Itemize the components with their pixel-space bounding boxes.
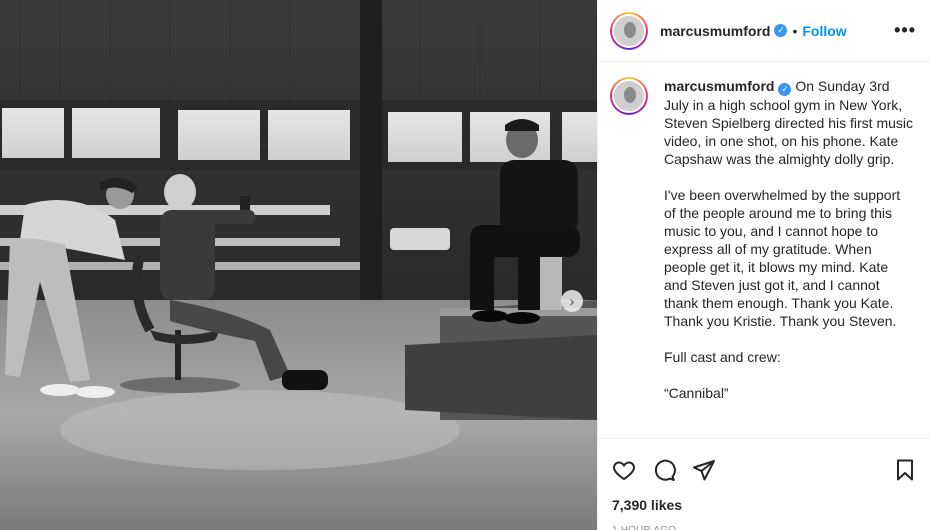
- post-sidebar: marcusmumford ✓ • Follow ••• marcusmumfo…: [597, 0, 930, 530]
- next-photo-button[interactable]: ›: [561, 290, 583, 312]
- heart-icon[interactable]: [612, 458, 636, 482]
- verified-badge-icon: ✓: [774, 24, 788, 37]
- post-timestamp[interactable]: 1 HOUR AGO: [598, 513, 930, 530]
- avatar[interactable]: [610, 11, 648, 50]
- photo-scene: [0, 0, 597, 530]
- post-header: marcusmumford ✓ • Follow •••: [598, 0, 930, 62]
- bookmark-icon[interactable]: [893, 458, 917, 482]
- caption-paragraph-4: “Cannibal”: [664, 384, 729, 401]
- caption-paragraph-3: Full cast and crew:: [664, 348, 781, 365]
- caption-section: marcusmumford ✓ On Sunday 3rd July in a h…: [598, 63, 930, 438]
- caption-text: marcusmumford ✓ On Sunday 3rd July in a h…: [664, 77, 914, 438]
- username-link[interactable]: marcusmumford: [660, 23, 770, 39]
- likes-count[interactable]: 7,390 likes: [598, 489, 930, 513]
- post-actions: 7,390 likes 1 HOUR AGO: [598, 438, 930, 530]
- follow-button[interactable]: Follow: [802, 23, 846, 39]
- comment-icon[interactable]: [652, 458, 676, 482]
- caption-paragraph-1: marcusmumford ✓ On Sunday 3rd July in a h…: [664, 77, 914, 168]
- action-icons: [598, 439, 930, 489]
- chevron-right-icon: ›: [569, 293, 575, 309]
- caption-paragraph-2: I've been overwhelmed by the support of …: [664, 186, 901, 329]
- verified-badge-icon: ✓: [778, 82, 792, 96]
- caption-avatar[interactable]: [610, 77, 648, 115]
- share-icon[interactable]: [692, 458, 716, 482]
- more-options-icon[interactable]: •••: [894, 20, 916, 41]
- post-photo[interactable]: ›: [0, 0, 597, 530]
- separator-dot: •: [792, 22, 798, 39]
- caption-username-link[interactable]: marcusmumford: [664, 78, 774, 94]
